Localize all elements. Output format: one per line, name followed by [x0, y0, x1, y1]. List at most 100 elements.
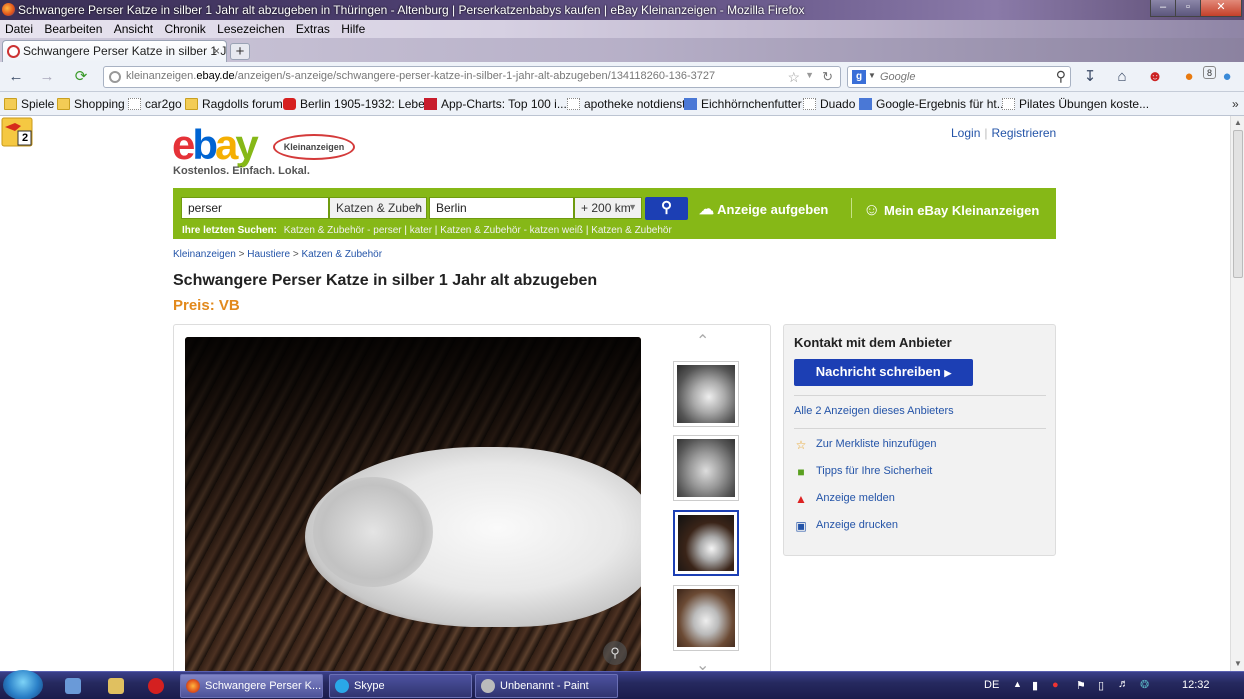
history-dropdown-icon[interactable]: ▼ [805, 70, 814, 80]
vertical-scrollbar[interactable]: ▲ ▼ [1230, 116, 1244, 671]
bookmark-item[interactable]: Duado [803, 97, 855, 111]
minimize-button[interactable]: – [1150, 0, 1176, 17]
register-link[interactable]: Registrieren [992, 126, 1057, 140]
bookmark-item[interactable]: Shopping [57, 97, 125, 111]
addon-button[interactable]: 2 [1, 117, 33, 147]
bookmark-item[interactable]: car2go [128, 97, 182, 111]
bookmark-item[interactable]: Berlin 1905-1932: Lebe... [283, 97, 435, 111]
taskbar-paint[interactable]: Unbenannt - Paint [475, 674, 618, 698]
flag-icon[interactable]: ⚑ [1076, 679, 1086, 692]
login-link[interactable]: Login [951, 126, 980, 140]
bookmark-item[interactable]: Eichhörnchenfutter [684, 97, 802, 111]
addon-hand-icon [1, 117, 33, 147]
tab-close-icon[interactable]: × [213, 44, 220, 58]
search-button[interactable]: ⚲ [645, 197, 688, 220]
addon-face-icon[interactable]: ☻ [1146, 68, 1164, 86]
language-indicator[interactable]: DE [984, 679, 999, 691]
bookmarks-overflow-icon[interactable]: » [1232, 97, 1239, 111]
taskbar-firefox[interactable]: Schwangere Perser K... [180, 674, 323, 698]
folder-icon [4, 98, 17, 110]
show-hidden-icons[interactable]: ▲ [1013, 679, 1022, 689]
chevron-down-icon[interactable]: ⌄ [696, 655, 709, 671]
google-icon[interactable]: g [852, 70, 866, 84]
new-tab-button[interactable]: + [230, 43, 250, 60]
extension-icon[interactable]: ● [1218, 68, 1236, 86]
opera-icon[interactable] [148, 678, 164, 694]
bookmark-star-icon[interactable]: ☆ [787, 69, 800, 86]
quicklaunch-icon[interactable] [65, 678, 81, 694]
report-ad-link[interactable]: ▲ Anzeige melden [794, 492, 895, 506]
explorer-icon[interactable] [108, 678, 124, 694]
url-bar[interactable]: kleinanzeigen.ebay.de/anzeigen/s-anzeige… [103, 66, 841, 88]
recent-search-item[interactable]: Katzen & Zubehör - katzen weiß [440, 225, 583, 236]
bookmark-item[interactable]: Google-Ergebnis für ht... [859, 97, 1007, 111]
back-arrow-icon[interactable]: ← [7, 68, 25, 86]
battery-icon[interactable]: ▯ [1098, 679, 1104, 692]
maximize-button[interactable]: ▫ [1175, 0, 1201, 17]
watchlist-link[interactable]: ☆ Zur Merkliste hinzufügen [794, 438, 937, 452]
kleinanzeigen-badge: Kleinanzeigen [273, 134, 355, 160]
chevron-down-icon: ▼ [628, 202, 637, 212]
main-image[interactable]: ⚲ [185, 337, 641, 671]
scrollbar-thumb[interactable] [1233, 130, 1243, 278]
menu-datei[interactable]: Datei [0, 20, 36, 36]
reload-page-icon[interactable]: ⟳ [72, 68, 90, 86]
breadcrumb-item[interactable]: Katzen & Zubehör [301, 249, 382, 260]
my-ebay-button[interactable]: ☺ Mein eBay Kleinanzeigen [863, 200, 1039, 220]
category-select[interactable]: Katzen & Zubeh ▼ [329, 197, 427, 219]
location-input[interactable]: Berlin [429, 197, 574, 219]
network-icon[interactable]: ❂ [1140, 678, 1149, 691]
post-ad-button[interactable]: ☁ Anzeige aufgeben [699, 200, 828, 218]
radius-select[interactable]: + 200 km ▼ [574, 197, 642, 219]
breadcrumb-item[interactable]: Kleinanzeigen [173, 249, 236, 260]
search-box[interactable]: g ▼ Google ⚲ [847, 66, 1071, 88]
taskbar-skype[interactable]: Skype [329, 674, 472, 698]
site-identity-icon[interactable] [109, 71, 121, 83]
bookmark-item[interactable]: Pilates Übungen koste... [1002, 97, 1149, 111]
start-button[interactable] [3, 670, 43, 699]
bookmark-item[interactable]: Spiele [4, 97, 54, 111]
thumbnail[interactable] [673, 435, 739, 501]
write-message-button[interactable]: Nachricht schreiben ▶ [794, 359, 973, 386]
home-icon[interactable]: ⌂ [1113, 68, 1131, 86]
bookmark-item[interactable]: App-Charts: Top 100 i... [424, 97, 567, 111]
notification-badge[interactable]: 8 [1203, 66, 1216, 79]
recent-search-item[interactable]: Katzen & Zubehör [591, 225, 672, 236]
recent-search-item[interactable]: kater [410, 225, 432, 236]
thumbnail-active[interactable] [673, 510, 739, 576]
menu-ansicht[interactable]: Ansicht [109, 20, 156, 36]
clock[interactable]: 12:32 [1182, 679, 1210, 691]
menu-extras[interactable]: Extras [291, 20, 333, 36]
all-ads-link[interactable]: Alle 2 Anzeigen dieses Anbieters [794, 405, 954, 417]
antivirus-icon[interactable]: ● [1052, 679, 1059, 691]
menu-chronik[interactable]: Chronik [159, 20, 208, 36]
chevron-up-icon[interactable]: ⌃ [696, 331, 709, 351]
scroll-down-icon[interactable]: ▼ [1234, 659, 1242, 668]
menu-bearbeiten[interactable]: Bearbeiten [39, 20, 105, 36]
recent-search-item[interactable]: Katzen & Zubehör - perser [284, 225, 402, 236]
download-icon[interactable]: ↧ [1081, 68, 1099, 86]
contact-heading: Kontakt mit dem Anbieter [794, 335, 952, 350]
zoom-icon[interactable]: ⚲ [603, 641, 627, 665]
alert-icon[interactable]: ● [1180, 68, 1198, 86]
safety-tips-link[interactable]: ■ Tipps für Ihre Sicherheit [794, 465, 932, 479]
menu-lesezeichen[interactable]: Lesezeichen [212, 20, 287, 36]
scroll-up-icon[interactable]: ▲ [1234, 118, 1242, 127]
active-tab[interactable]: Schwangere Perser Katze in silber 1 Jahr… [2, 40, 227, 62]
breadcrumb-item[interactable]: Haustiere [247, 249, 290, 260]
thumbnail[interactable] [673, 361, 739, 427]
menu-hilfe[interactable]: Hilfe [336, 20, 368, 36]
search-magnifier-icon[interactable]: ⚲ [1056, 68, 1066, 85]
search-query-input[interactable]: perser [181, 197, 329, 219]
forward-arrow-icon[interactable]: → [38, 68, 56, 86]
thumbnail[interactable] [673, 585, 739, 651]
engine-dropdown-icon[interactable]: ▼ [868, 71, 876, 80]
ebay-logo[interactable]: ebay [172, 124, 259, 166]
refresh-icon[interactable]: ↻ [822, 69, 833, 85]
bookmark-item[interactable]: apotheke notdienst [567, 97, 685, 111]
close-window-button[interactable]: ✕ [1200, 0, 1242, 17]
print-ad-link[interactable]: ▣ Anzeige drucken [794, 519, 898, 533]
bookmark-item[interactable]: Ragdolls forum [185, 97, 283, 111]
tab-title: Schwangere Perser Katze in silber 1 Jahr… [23, 44, 227, 58]
volume-icon[interactable]: ♬ [1118, 678, 1129, 690]
